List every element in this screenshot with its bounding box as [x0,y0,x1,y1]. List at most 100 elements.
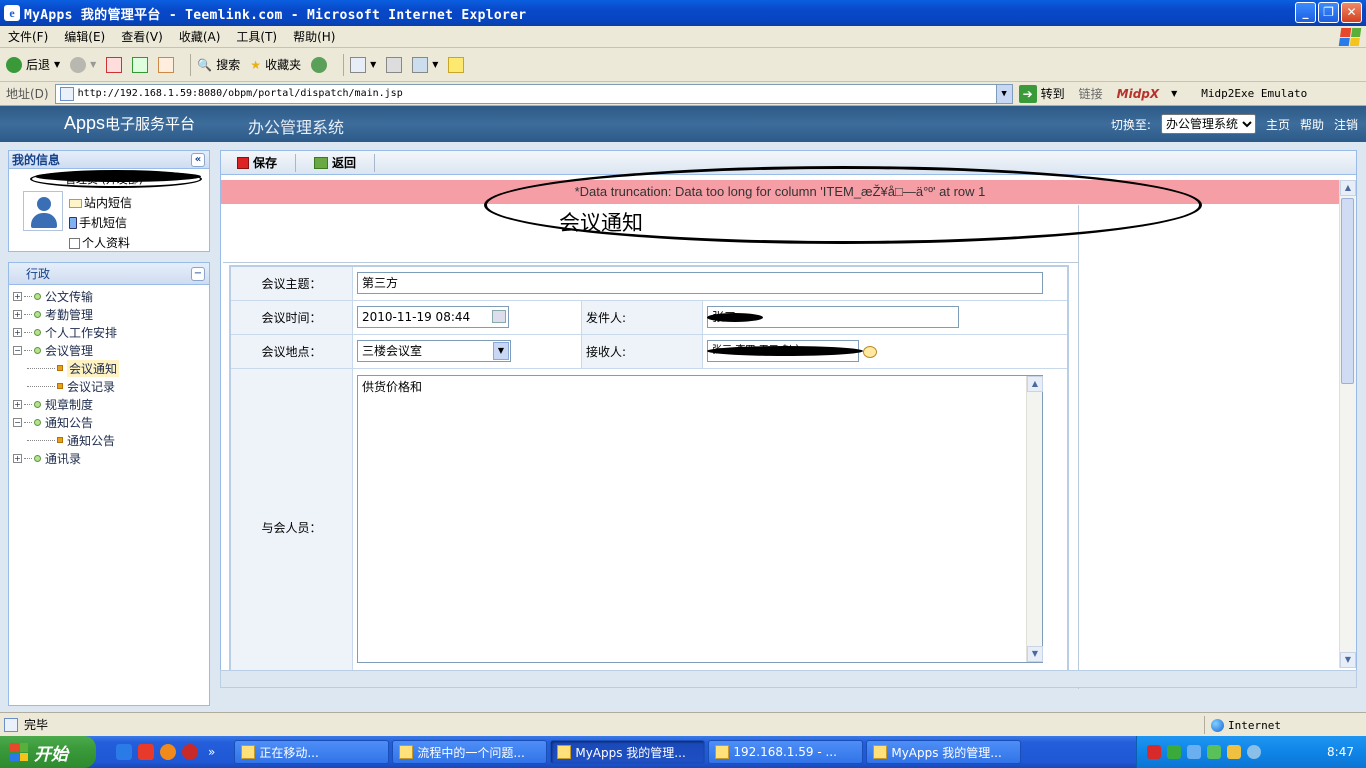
menu-favorites[interactable]: 收藏(A) [171,28,229,45]
forward-button[interactable]: ▼ [70,56,96,73]
tree-node[interactable]: 会议记录 [9,377,209,395]
stop-button[interactable] [106,56,123,73]
main-scroll-thumb[interactable] [1341,198,1354,384]
attendees-scrollbar[interactable]: ▲ ▼ [1026,376,1043,662]
tree-connector [24,403,32,405]
back-button[interactable]: 后退 ▼ [6,56,60,73]
links-button[interactable]: 链接 [1079,85,1103,102]
close-button[interactable]: ✕ [1341,2,1362,23]
attendees-textarea[interactable]: 供货价格和 ▲ ▼ [357,375,1043,663]
left-panel: 我的信息 « 管理员 (开发部) 站内短信 手机短信 个人资料 行政 − + 公文… [8,150,210,706]
midp2exe-button[interactable]: Midp2Exe Emulato [1201,87,1307,100]
tree-node[interactable]: + 考勤管理 [9,305,209,323]
taskbar-task-button[interactable]: 192.168.1.59 - ... [708,740,864,764]
edit-button[interactable]: ▼ [412,56,438,73]
midpx-button[interactable]: MidpX [1117,87,1160,101]
collapse-tree-icon[interactable]: − [191,267,205,281]
main-scroll-down-icon[interactable]: ▼ [1340,652,1356,668]
place-dropdown-icon[interactable]: ▼ [493,342,509,360]
profile-link[interactable]: 个人资料 [69,233,132,253]
tree-expand-icon[interactable]: + [13,399,22,409]
tree-node[interactable]: − 通知公告 [9,413,209,431]
tree-expand-icon[interactable]: + [13,453,22,463]
taskbar-task-button[interactable]: 正在移动... [234,740,390,764]
internal-message-link[interactable]: 站内短信 [69,193,132,213]
address-dropdown-icon[interactable]: ▼ [995,84,1012,103]
calendar-icon[interactable] [492,310,506,323]
sms-link[interactable]: 手机短信 [69,213,132,233]
network-tray-icon[interactable] [1187,745,1201,759]
tree-node[interactable]: 会议通知 [9,359,209,377]
menu-edit[interactable]: 编辑(E) [56,28,113,45]
tree-expand-icon[interactable]: + [13,291,22,301]
mail-button[interactable]: ▼ [350,56,376,73]
favorites-button[interactable]: ★ 收藏夹 [250,56,301,73]
ie-quicklaunch-icon[interactable] [116,744,132,760]
mail-quicklaunch-icon[interactable] [138,744,154,760]
logout-link[interactable]: 注销 [1334,116,1358,133]
time-input[interactable]: 2010-11-19 08:44 [357,306,509,328]
opera-quicklaunch-icon[interactable] [182,744,198,760]
tree-collapse-icon[interactable]: − [13,417,22,427]
logo-sub: 电子服务平台 [105,116,196,133]
taskbar-task-button[interactable]: MyApps 我的管理... [866,740,1022,764]
update-tray-icon[interactable] [1227,745,1241,759]
taskbar-task-button[interactable]: 流程中的一个问题... [392,740,548,764]
menu-file[interactable]: 文件(F) [0,28,56,45]
main-scrollbar[interactable]: ▲ ▼ [1339,180,1356,668]
help-link[interactable]: 帮助 [1300,116,1324,133]
tree-node[interactable]: + 公文传输 [9,287,209,305]
taskbar-task-button[interactable]: MyApps 我的管理... [550,740,706,764]
home-link[interactable]: 主页 [1266,116,1290,133]
address-input[interactable]: http://192.168.1.59:8080/obpm/portal/dis… [54,83,1013,104]
mail-dropdown-icon[interactable]: ▼ [370,60,376,69]
shield-tray-icon[interactable] [1167,745,1181,759]
midpx-dropdown-icon[interactable]: ▼ [1171,89,1177,98]
menu-tools[interactable]: 工具(T) [228,28,285,45]
window-title: MyApps 我的管理平台 - Teemlink.com - Microsoft… [24,7,527,23]
system-switch-select[interactable]: 办公管理系统 [1160,114,1256,134]
clock[interactable]: 8:47 [1327,745,1354,759]
firefox-quicklaunch-icon[interactable] [160,744,176,760]
tree-node[interactable]: − 会议管理 [9,341,209,359]
save-button[interactable]: 保存 [231,154,283,171]
refresh-button[interactable] [132,56,149,73]
menu-help[interactable]: 帮助(H) [285,28,343,45]
return-button[interactable]: 返回 [308,154,362,171]
search-button[interactable]: 🔍 搜索 [197,56,240,73]
forward-dropdown-icon[interactable]: ▼ [90,60,96,69]
scroll-down-icon[interactable]: ▼ [1027,646,1043,662]
tree-expand-icon[interactable]: + [13,309,22,319]
scroll-up-icon[interactable]: ▲ [1027,376,1043,392]
go-button[interactable]: ➔ 转到 [1018,84,1065,103]
time-label: 会议时间： [231,301,353,334]
history-button[interactable] [311,56,328,73]
tree-expand-icon[interactable]: + [13,327,22,337]
quicklaunch-more-icon[interactable]: » [208,745,215,759]
minimize-button[interactable]: _ [1295,2,1316,23]
volume-tray-icon[interactable] [1247,745,1261,759]
security-tray-icon[interactable] [1207,745,1221,759]
print-button[interactable] [386,56,403,73]
home-button[interactable] [158,56,175,73]
antivirus-tray-icon[interactable] [1147,745,1161,759]
back-dropdown-icon[interactable]: ▼ [54,60,60,69]
tree-node[interactable]: + 通讯录 [9,449,209,467]
task-label: MyApps 我的管理... [575,745,686,760]
tree-node[interactable]: 通知公告 [9,431,209,449]
tree-node[interactable]: + 规章制度 [9,395,209,413]
tree-connector [27,439,55,441]
address-url[interactable]: http://192.168.1.59:8080/obpm/portal/dis… [78,88,403,99]
select-user-icon[interactable] [863,346,877,358]
tree-node[interactable]: + 个人工作安排 [9,323,209,341]
maximize-button[interactable]: ❐ [1318,2,1339,23]
main-scroll-up-icon[interactable]: ▲ [1340,180,1356,196]
menu-view[interactable]: 查看(V) [113,28,171,45]
edit-dropdown-icon[interactable]: ▼ [432,60,438,69]
tree-collapse-icon[interactable]: − [13,345,22,355]
subject-input[interactable]: 第三方 [357,272,1043,294]
start-button[interactable]: 开始 [0,736,96,768]
notes-button[interactable] [448,56,465,73]
place-select[interactable]: 三楼会议室 ▼ [357,340,511,362]
collapse-left-icon[interactable]: « [191,153,205,167]
